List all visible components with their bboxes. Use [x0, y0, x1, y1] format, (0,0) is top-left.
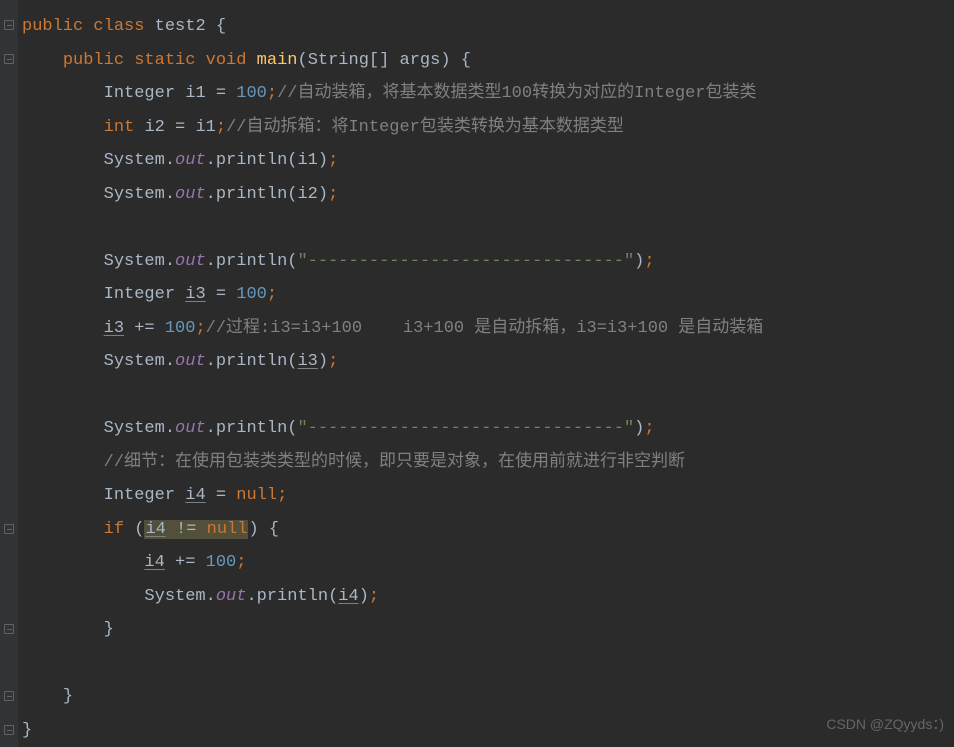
- code-editor[interactable]: public class test2 { public static void …: [0, 0, 954, 747]
- code-line: }: [22, 680, 954, 714]
- code-line: public static void main(String[] args) {: [22, 44, 954, 78]
- fold-marker[interactable]: [2, 691, 16, 701]
- code-line: i3 += 100;//过程:i3=i3+100 i3+100 是自动拆箱，i3…: [22, 312, 954, 346]
- code-line: }: [22, 714, 954, 747]
- code-line: //细节：在使用包装类类型的时候，即只要是对象，在使用前就进行非空判断: [22, 446, 954, 480]
- code-line: Integer i3 = 100;: [22, 278, 954, 312]
- code-line: [22, 647, 954, 681]
- code-line: System.out.println(i2);: [22, 178, 954, 212]
- code-line: i4 += 100;: [22, 546, 954, 580]
- code-line: if (i4 != null) {: [22, 513, 954, 547]
- code-line: System.out.println("--------------------…: [22, 245, 954, 279]
- code-line: }: [22, 613, 954, 647]
- code-line: System.out.println("--------------------…: [22, 412, 954, 446]
- code-line: [22, 211, 954, 245]
- fold-marker[interactable]: [2, 624, 16, 634]
- code-line: public class test2 {: [22, 10, 954, 44]
- fold-marker[interactable]: [2, 20, 16, 30]
- fold-marker[interactable]: [2, 524, 16, 534]
- code-line: System.out.println(i3);: [22, 345, 954, 379]
- code-line: Integer i1 = 100;//自动装箱，将基本数据类型100转换为对应的…: [22, 77, 954, 111]
- code-line: Integer i4 = null;: [22, 479, 954, 513]
- editor-gutter: [0, 0, 18, 747]
- code-line: System.out.println(i1);: [22, 144, 954, 178]
- watermark: CSDN @ZQyyds：): [826, 708, 944, 742]
- fold-marker[interactable]: [2, 54, 16, 64]
- code-line: System.out.println(i4);: [22, 580, 954, 614]
- code-line: [22, 379, 954, 413]
- fold-marker[interactable]: [2, 725, 16, 735]
- code-line: int i2 = i1;//自动拆箱：将Integer包装类转换为基本数据类型: [22, 111, 954, 145]
